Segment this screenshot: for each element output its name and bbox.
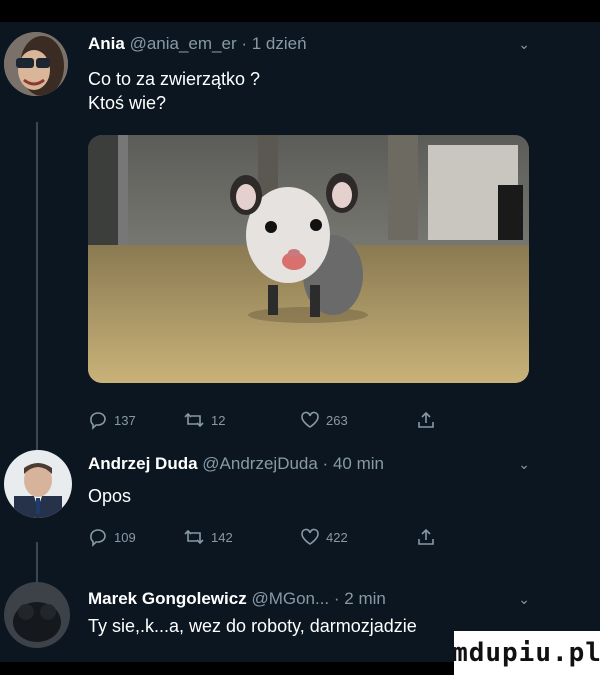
share-icon <box>418 411 434 428</box>
tweet-text: Opos <box>88 484 131 508</box>
reply-icon <box>90 529 106 547</box>
retweet-count: 12 <box>211 412 226 428</box>
tweet-text: Ty sie,.k...a, wez do roboty, darmozjadz… <box>88 614 417 638</box>
tweet-header: Marek Gongolewicz @MGon... · 2 min <box>88 589 386 609</box>
handle-time: @MGon... · 2 min <box>251 589 386 608</box>
avatar[interactable] <box>4 32 68 96</box>
tweet-header: Ania @ania_em_er · 1 dzień <box>88 34 307 54</box>
handle-time: @AndrzejDuda · 40 min <box>202 454 384 473</box>
watermark-logo: mdupiu.pl <box>452 631 600 675</box>
tweet-image[interactable] <box>88 135 529 383</box>
avatar[interactable] <box>4 450 72 518</box>
tweet-line: Ktoś wie? <box>88 93 167 113</box>
share-icon <box>418 528 434 545</box>
tweet-line: Ty sie,.k...a, wez do roboty, darmozjadz… <box>88 616 417 636</box>
retweet-button[interactable]: 142 <box>183 527 300 547</box>
tweet-line: Opos <box>88 486 132 506</box>
chevron-down-icon[interactable]: ⌄ <box>518 36 530 53</box>
thread-line <box>36 542 38 582</box>
tweet-header: Andrzej Duda @AndrzejDuda · 40 min <box>88 454 384 474</box>
tweet-text: Co to za zwierzątko ? Ktoś wie? <box>88 67 260 115</box>
retweet-icon <box>184 412 204 428</box>
reply-icon <box>90 412 106 430</box>
share-button[interactable] <box>416 527 436 547</box>
author-name[interactable]: Ania <box>88 34 125 53</box>
like-button[interactable]: 422 <box>300 527 416 547</box>
reply-count: 137 <box>114 412 136 428</box>
retweet-count: 142 <box>211 529 233 545</box>
tweet-actions: 137 12 263 <box>88 410 436 430</box>
retweet-icon <box>184 529 204 545</box>
chevron-down-icon[interactable]: ⌄ <box>518 456 530 473</box>
handle-time: @ania_em_er · 1 dzień <box>129 34 307 53</box>
tweet-actions: 109 142 422 <box>88 527 436 547</box>
like-icon <box>301 528 319 545</box>
tweet-line: Co to za zwierzątko ? <box>88 69 261 89</box>
share-button[interactable] <box>416 410 436 430</box>
avatar-photo <box>4 32 68 96</box>
like-icon <box>301 411 319 428</box>
like-count: 263 <box>326 412 348 428</box>
avatar[interactable] <box>4 582 70 648</box>
opossum-photo <box>88 135 529 383</box>
top-bar <box>0 0 600 22</box>
thread-line <box>36 122 38 462</box>
reply-count: 109 <box>114 529 136 545</box>
reply-button[interactable]: 137 <box>88 410 183 430</box>
author-name[interactable]: Andrzej Duda <box>88 454 198 473</box>
like-count: 422 <box>326 529 348 545</box>
like-button[interactable]: 263 <box>300 410 416 430</box>
tweet-feed: Ania @ania_em_er · 1 dzień ⌄ Co to za zw… <box>0 22 600 662</box>
author-name[interactable]: Marek Gongolewicz <box>88 589 247 608</box>
reply-button[interactable]: 109 <box>88 527 183 547</box>
chevron-down-icon[interactable]: ⌄ <box>518 591 530 608</box>
avatar-photo <box>4 582 70 648</box>
avatar-photo <box>4 450 72 518</box>
retweet-button[interactable]: 12 <box>183 410 300 430</box>
